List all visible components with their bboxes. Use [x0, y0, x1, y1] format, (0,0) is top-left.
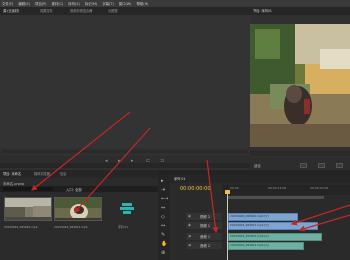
clip-label: 20150926_095810.mp4 [A] — [230, 234, 269, 238]
pen-tool-icon[interactable]: ✎ — [161, 232, 165, 238]
clip-label: 20150926_095812.mp4 [V] — [230, 223, 269, 227]
timeline-timecode[interactable]: 00:00:00:00 — [180, 186, 211, 192]
slip-tool-icon[interactable]: ↔ — [161, 223, 165, 229]
project-item-name: 20150926_095810.mp4 — [4, 225, 38, 229]
timeline-tab-bar: 序列 01 — [170, 175, 350, 183]
program-tab-bar: 节目: 序列01 — [250, 7, 350, 15]
timeline-audio-clip[interactable]: 20150926_095812.mp4 [A] — [228, 242, 304, 250]
sequence-icon — [120, 203, 134, 214]
tab-program[interactable]: 节目: 序列01 — [253, 8, 272, 14]
ruler-label: 00:00:15:00 — [268, 186, 287, 190]
timeline-video-clip[interactable]: 20150926_095812.mp4 [V] — [228, 222, 318, 230]
tab-source[interactable]: 源:(无素材) — [3, 8, 19, 14]
entry-filter-select[interactable]: 入口: 全部 — [66, 187, 82, 192]
tab-project[interactable]: 项目: 未命名 — [3, 171, 21, 177]
street-clip-thumbnail — [5, 198, 51, 220]
ripple-edit-tool-icon[interactable]: ⟷ — [161, 196, 168, 202]
clip-label: 20150926_095810.mp4 [V] — [230, 214, 269, 218]
menu-title[interactable]: 字幕(T) — [102, 1, 114, 6]
project-search-input[interactable] — [3, 187, 53, 191]
ruler-label: 00:00:30:00 — [310, 186, 329, 190]
track-label: 视频 2 — [200, 215, 211, 219]
project-item-name: 序列 01 — [118, 225, 129, 229]
source-mini-timeline[interactable] — [0, 163, 250, 168]
settings-button[interactable] — [300, 163, 307, 168]
eye-icon[interactable]: ◉ — [188, 223, 191, 227]
export-frame-button[interactable] — [336, 163, 343, 168]
project-item-name: 20150926_095812.mp4 — [54, 225, 88, 229]
tab-sequence[interactable]: 序列 01 — [174, 176, 185, 182]
menu-marker[interactable]: 标记(M) — [85, 1, 97, 6]
project-item-thumbnail[interactable] — [4, 197, 52, 221]
rolling-edit-tool-icon[interactable]: ⇔ — [161, 205, 165, 211]
tab-audio-clip-mixer[interactable]: 音频剪辑混合器 — [70, 8, 92, 14]
menu-edit[interactable]: 编辑(E) — [18, 1, 30, 6]
menu-sequence[interactable]: 序列(S) — [68, 1, 80, 6]
ruler-label: 00:00 — [230, 186, 239, 190]
program-scrub-bar[interactable] — [250, 150, 350, 156]
speaker-icon[interactable]: ◀ — [188, 234, 191, 238]
tab-metadata[interactable]: 元数据 — [108, 8, 118, 14]
hand-tool-icon[interactable]: ✋ — [161, 241, 167, 247]
menu-file[interactable]: 文件(F) — [2, 1, 13, 6]
source-viewer[interactable] — [0, 15, 250, 148]
menu-window[interactable]: 窗口(W) — [119, 1, 132, 6]
program-video-frame[interactable] — [250, 24, 350, 147]
zoom-tool-icon[interactable]: ⊕ — [161, 250, 165, 256]
menu-clip[interactable]: 素材(C) — [51, 1, 63, 6]
timeline-video-clip[interactable]: 20150926_095810.mp4 [V] — [228, 213, 298, 221]
source-tab-bar: 源:(无素材) 效果控件 音频剪辑混合器 元数据 — [0, 7, 250, 15]
track-label: 音频 2 — [200, 244, 211, 248]
menu-help[interactable]: 帮助(H) — [136, 1, 148, 6]
menu-project[interactable]: 项目(P) — [35, 1, 46, 6]
speaker-icon[interactable]: ◀ — [188, 243, 191, 247]
source-scrub-bar[interactable] — [2, 150, 248, 153]
razor-tool-icon[interactable]: ◇ — [161, 214, 165, 220]
work-area-bar[interactable] — [228, 196, 324, 199]
tab-effect-controls[interactable]: 效果控件 — [40, 8, 53, 14]
track-select-tool-icon[interactable]: ⇥ — [161, 187, 165, 193]
selection-tool-icon[interactable]: ▸ — [161, 178, 164, 184]
clip-label: 20150926_095812.mp4 [A] — [230, 243, 269, 247]
play-button[interactable] — [318, 163, 325, 168]
project-item-thumbnail[interactable] — [54, 197, 102, 221]
project-tab-bar: 项目: 未命名 媒体浏览器 信息 — [0, 170, 158, 178]
playhead-handle[interactable] — [225, 190, 230, 194]
playhead-line[interactable] — [227, 191, 228, 260]
menu-bar: 文件(F) 编辑(E) 项目(P) 素材(C) 序列(S) 标记(M) 字幕(T… — [0, 0, 350, 7]
track-label: 音频 1 — [200, 235, 211, 239]
program-video-image — [250, 24, 350, 147]
tab-media-browser[interactable]: 媒体浏览器 — [34, 171, 50, 177]
dog-clip-thumbnail — [55, 198, 101, 220]
zoom-fit-select[interactable]: 适合 — [254, 163, 261, 168]
eye-icon[interactable]: ◉ — [188, 214, 191, 218]
track-label: 视频 1 — [200, 224, 211, 228]
timeline-audio-clip[interactable]: 20150926_095810.mp4 [A] — [228, 233, 322, 241]
sequence-item-icon[interactable] — [120, 202, 134, 216]
tab-info[interactable]: 信息 — [60, 171, 66, 177]
